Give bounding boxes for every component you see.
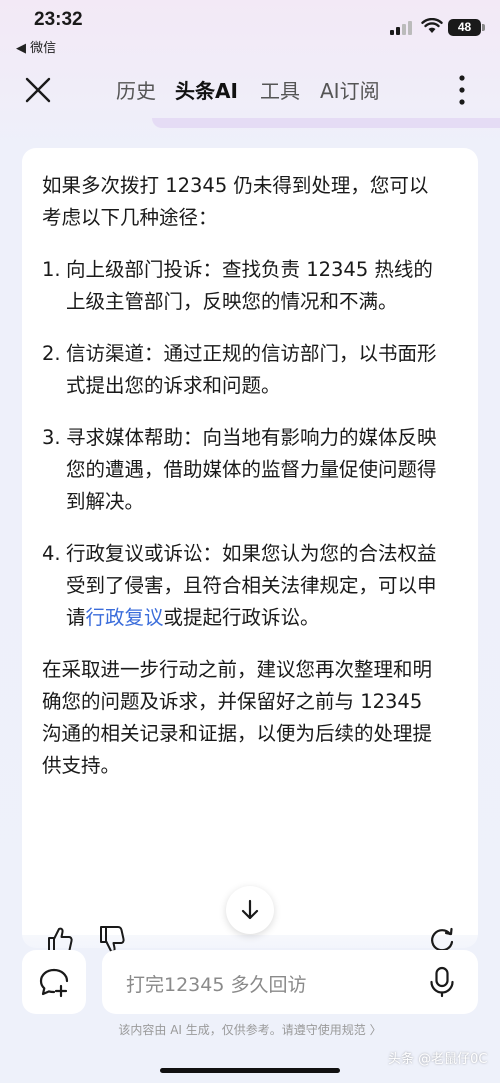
tab-ai-subscription[interactable]: AI订阅	[320, 75, 380, 104]
status-bar: 23:32 ◀ 微信 48	[0, 0, 500, 62]
list-text: 向上级部门投诉：查找负责 12345 热线的上级主管部门，反映您的情况和不满。	[66, 258, 433, 313]
scroll-to-bottom-button[interactable]	[226, 886, 274, 934]
tab-history[interactable]: 历史	[116, 75, 156, 104]
list-text: 寻求媒体帮助：向当地有影响力的媒体反映您的遭遇，借助媒体的监督力量促使问题得到解…	[66, 426, 437, 513]
administrative-review-link[interactable]: 行政复议	[86, 606, 164, 629]
list-number: 2.	[42, 342, 61, 365]
list-item: 1. 向上级部门投诉：查找负责 12345 热线的上级主管部门，反映您的情况和不…	[42, 254, 447, 318]
ai-disclaimer[interactable]: 该内容由 AI 生成，仅供参考。请遵守使用规范 〉	[0, 1021, 500, 1038]
list-text: 信访渠道：通过正规的信访部门，以书面形式提出您的诉求和问题。	[66, 342, 437, 397]
tab-toutiao-ai[interactable]: 头条AI	[175, 75, 238, 104]
ai-answer-card: 如果多次拨打 12345 仍未得到处理，您可以考虑以下几种途径： 1. 向上级部…	[22, 148, 478, 948]
back-to-wechat-link[interactable]: ◀ 微信	[16, 37, 56, 56]
chat-input-placeholder: 打完12345 多久回访	[126, 974, 307, 996]
answer-intro: 如果多次拨打 12345 仍未得到处理，您可以考虑以下几种途径：	[42, 174, 429, 229]
list-item: 3. 寻求媒体帮助：向当地有影响力的媒体反映您的遭遇，借助媒体的监督力量促使问题…	[42, 422, 447, 518]
chat-input[interactable]: 打完12345 多久回访	[102, 950, 478, 1014]
wifi-icon	[421, 18, 443, 33]
list-number: 4.	[42, 542, 61, 565]
list-text: 行政复议或诉讼：如果您认为您的合法权益受到了侵害，且符合相关法律规定，可以申请行…	[66, 538, 447, 634]
answer-conclusion: 在采取进一步行动之前，建议您再次整理和明确您的问题及诉求，并保留好之前与 123…	[42, 658, 433, 777]
list-item: 4. 行政复议或诉讼：如果您认为您的合法权益受到了侵害，且符合相关法律规定，可以…	[42, 538, 447, 634]
arrow-down-icon	[241, 899, 259, 920]
list-number: 3.	[42, 426, 61, 449]
list-item: 2. 信访渠道：通过正规的信访部门，以书面形式提出您的诉求和问题。	[42, 338, 447, 402]
status-time: 23:32	[34, 9, 83, 30]
microphone-icon[interactable]	[427, 966, 457, 998]
answer-content: 如果多次拨打 12345 仍未得到处理，您可以考虑以下几种途径： 1. 向上级部…	[42, 170, 447, 802]
watermark: 头条 @老鼠仔0C	[388, 1052, 488, 1067]
list-text-after: 或提起行政诉讼。	[163, 606, 320, 629]
close-icon[interactable]	[22, 74, 54, 106]
home-indicator	[160, 1068, 340, 1073]
new-chat-icon	[39, 968, 69, 998]
previous-message-bubble-edge	[152, 118, 500, 128]
list-number: 1.	[42, 258, 61, 281]
new-chat-button[interactable]	[22, 950, 86, 1014]
tab-tools[interactable]: 工具	[260, 75, 300, 104]
battery-cap	[482, 24, 485, 31]
top-navigation: 历史 头条AI 工具 AI订阅	[0, 62, 500, 118]
battery-indicator: 48	[448, 19, 481, 36]
cellular-signal-icon	[390, 21, 412, 35]
more-options-icon[interactable]	[452, 72, 472, 108]
